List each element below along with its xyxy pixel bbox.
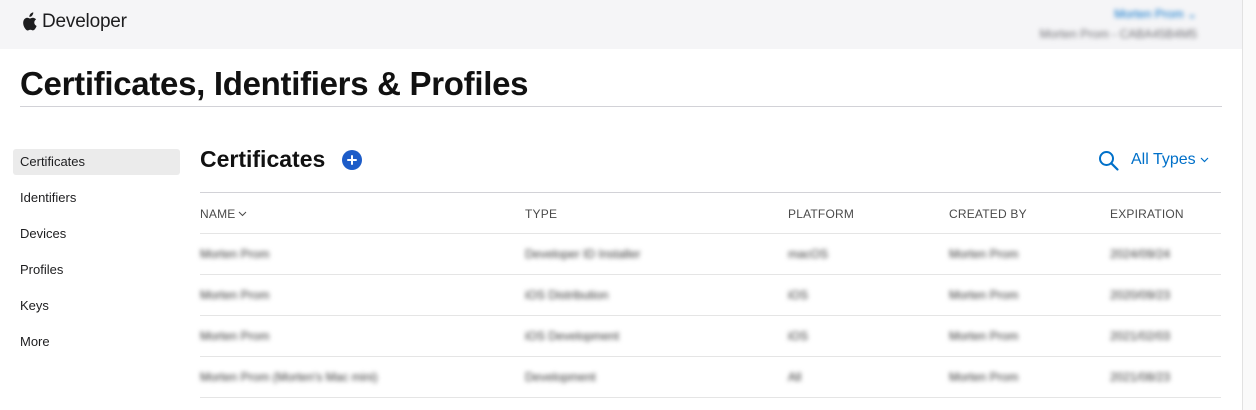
title-divider (20, 106, 1222, 107)
cell-platform: macOS (788, 247, 829, 261)
column-header-name[interactable]: NAME (200, 207, 247, 221)
search-icon (1099, 151, 1119, 171)
chevron-down-icon (1200, 157, 1209, 163)
cell-type: Development (525, 370, 596, 384)
cell-type: iOS Development (525, 329, 620, 343)
column-header-created-by: CREATED BY (949, 207, 1027, 221)
team-label: Morten Prom - CABA45B4M5 (1039, 27, 1197, 41)
table-row[interactable]: Morten Prom iOS Distribution iOS Morten … (200, 274, 1221, 315)
cell-created-by: Morten Prom (949, 288, 1019, 302)
cell-expiration: 2021/08/23 (1110, 370, 1171, 384)
sort-chevron-icon (239, 211, 247, 217)
type-filter-dropdown[interactable]: All Types (1131, 151, 1209, 169)
account-menu[interactable]: Morten Prom ⌄ (1114, 7, 1197, 21)
sidebar-item-more[interactable]: More (13, 329, 180, 355)
table-row[interactable]: Morten Prom Developer ID Installer macOS… (200, 233, 1221, 274)
column-header-expiration: EXPIRATION (1110, 207, 1184, 221)
column-header-type: TYPE (525, 207, 558, 221)
cell-expiration: 2021/02/03 (1110, 329, 1171, 343)
page-title: Certificates, Identifiers & Profiles (20, 65, 529, 102)
cell-created-by: Morten Prom (949, 329, 1019, 343)
search-button[interactable] (1098, 150, 1120, 172)
cell-name: Morten Prom (200, 329, 270, 343)
cell-created-by: Morten Prom (949, 247, 1019, 261)
sidebar-item-keys[interactable]: Keys (13, 293, 180, 319)
plus-icon (347, 155, 357, 165)
column-header-platform: PLATFORM (788, 207, 855, 221)
cell-platform: iOS (788, 329, 809, 343)
brand-label: Developer (42, 11, 127, 32)
sidebar-item-certificates[interactable]: Certificates (13, 149, 180, 175)
developer-home-link[interactable]: Developer (21, 11, 127, 33)
cell-created-by: Morten Prom (949, 370, 1019, 384)
cell-name: Morten Prom (Morten's Mac mini) (200, 370, 378, 384)
sidebar: Certificates Identifiers Devices Profile… (13, 149, 180, 365)
cell-platform: iOS (788, 288, 809, 302)
table-bottom-divider (200, 397, 1221, 398)
table-header: NAME TYPE PLATFORM CREATED BY EXPIRATION (200, 207, 1221, 221)
top-navigation-bar: Developer Morten Prom ⌄ Morten Prom - CA… (0, 0, 1242, 49)
apple-logo-icon (23, 12, 37, 31)
cell-expiration: 2024/09/24 (1110, 247, 1171, 261)
cell-platform: All (788, 370, 802, 384)
cell-expiration: 2020/09/23 (1110, 288, 1171, 302)
sidebar-item-devices[interactable]: Devices (13, 221, 180, 247)
cell-name: Morten Prom (200, 288, 270, 302)
column-name-label: NAME (200, 207, 236, 221)
section-title: Certificates (200, 146, 326, 172)
sidebar-item-identifiers[interactable]: Identifiers (13, 185, 180, 211)
table-row[interactable]: Morten Prom iOS Development iOS Morten P… (200, 315, 1221, 356)
table-top-divider (200, 192, 1221, 193)
cell-type: Developer ID Installer (525, 247, 641, 261)
type-filter-label: All Types (1131, 151, 1196, 168)
sidebar-item-profiles[interactable]: Profiles (13, 257, 180, 283)
cell-type: iOS Distribution (525, 288, 609, 302)
account-name: Morten Prom (1114, 7, 1184, 21)
page-scrollbar[interactable] (1242, 0, 1256, 410)
add-certificate-button[interactable] (342, 150, 362, 170)
cell-name: Morten Prom (200, 247, 270, 261)
table-row[interactable]: Morten Prom (Morten's Mac mini) Developm… (200, 356, 1221, 397)
